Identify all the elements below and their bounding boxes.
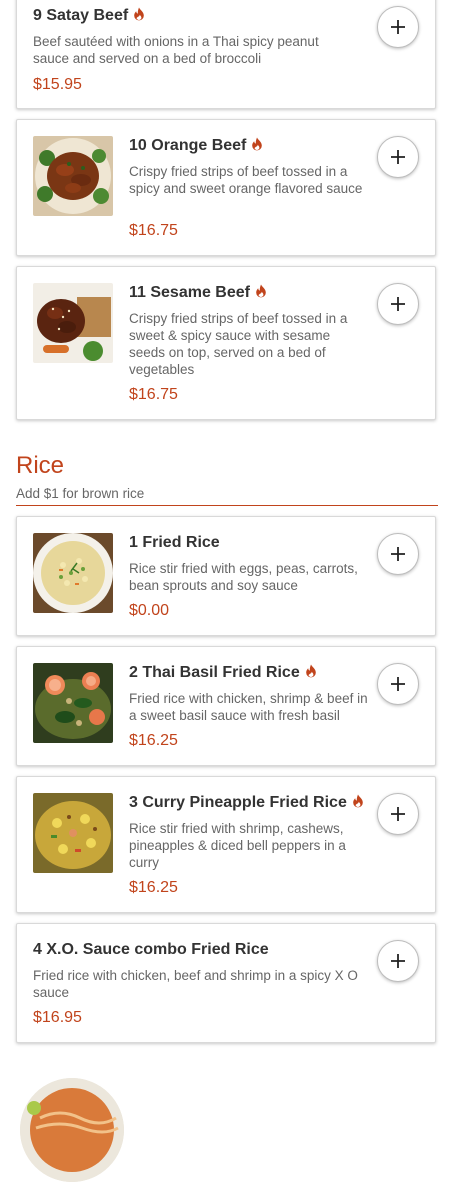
item-price: $16.75 — [129, 222, 178, 239]
item-name: 1 Fried Rice — [129, 534, 220, 551]
section-title: Rice — [16, 452, 65, 479]
item-description: Beef sautéed with onions in a Thai spicy… — [33, 34, 319, 66]
add-item-button[interactable] — [377, 940, 419, 982]
item-name: 10 Orange Beef — [129, 136, 263, 156]
item-description: Rice stir fried with eggs, peas, carrots… — [129, 561, 358, 593]
flame-icon — [305, 664, 316, 678]
item-price: $16.95 — [33, 1009, 82, 1026]
item-price: $0.00 — [129, 602, 170, 619]
add-item-button[interactable] — [377, 793, 419, 835]
plus-icon — [391, 677, 405, 691]
plus-icon — [391, 807, 405, 821]
plus-icon — [391, 150, 405, 164]
item-price: $15.95 — [33, 76, 82, 93]
item-name: 11 Sesame Beef — [129, 283, 267, 303]
flame-icon — [252, 137, 263, 151]
section-image — [20, 1078, 124, 1182]
menu-item-card[interactable]: 3 Curry Pineapple Fried Rice Rice stir f… — [16, 776, 436, 913]
menu-item-card[interactable]: 9 Satay Beef Beef sautéed with onions in… — [16, 0, 436, 109]
menu-item-card[interactable]: 4 X.O. Sauce combo Fried Rice Fried rice… — [16, 923, 436, 1043]
plus-icon — [391, 20, 405, 34]
item-image-fried-rice — [33, 533, 113, 613]
plus-icon — [391, 297, 405, 311]
add-item-button[interactable] — [377, 136, 419, 178]
item-image-basil-fried-rice — [33, 663, 113, 743]
item-description: Rice stir fried with shrimp, cashews, pi… — [129, 821, 346, 870]
add-item-button[interactable] — [377, 283, 419, 325]
item-description: Fried rice with chicken, shrimp & beef i… — [129, 691, 368, 723]
flame-icon — [134, 7, 144, 21]
plus-icon — [391, 547, 405, 561]
add-item-button[interactable] — [377, 6, 419, 48]
menu-item-card[interactable]: 11 Sesame Beef Crispy fried strips of be… — [16, 266, 436, 420]
item-name: 2 Thai Basil Fried Rice — [129, 663, 317, 683]
item-price: $16.75 — [129, 386, 178, 403]
add-item-button[interactable] — [377, 533, 419, 575]
section-subtitle: Add $1 for brown rice — [16, 486, 145, 501]
flame-icon — [353, 794, 363, 808]
plus-icon — [391, 954, 405, 968]
item-name: 3 Curry Pineapple Fried Rice — [129, 793, 364, 813]
item-description: Crispy fried strips of beef tossed in a … — [129, 164, 363, 196]
menu-item-card[interactable]: 2 Thai Basil Fried Rice Fried rice with … — [16, 646, 436, 766]
flame-icon — [256, 284, 266, 298]
item-price: $16.25 — [129, 879, 178, 896]
item-description: Fried rice with chicken, beef and shrimp… — [33, 968, 358, 1000]
menu-item-card[interactable]: 10 Orange Beef Crispy fried strips of be… — [16, 119, 436, 256]
item-image-sesame-beef — [33, 283, 113, 363]
add-item-button[interactable] — [377, 663, 419, 705]
item-description: Crispy fried strips of beef tossed in a … — [129, 311, 348, 377]
item-image-orange-beef — [33, 136, 113, 216]
item-name: 9 Satay Beef — [33, 6, 145, 26]
menu-item-card[interactable]: 1 Fried Rice Rice stir fried with eggs, … — [16, 516, 436, 636]
item-image-curry-pineapple-rice — [33, 793, 113, 873]
item-price: $16.25 — [129, 732, 178, 749]
item-name: 4 X.O. Sauce combo Fried Rice — [33, 941, 269, 958]
section-divider — [16, 505, 438, 506]
